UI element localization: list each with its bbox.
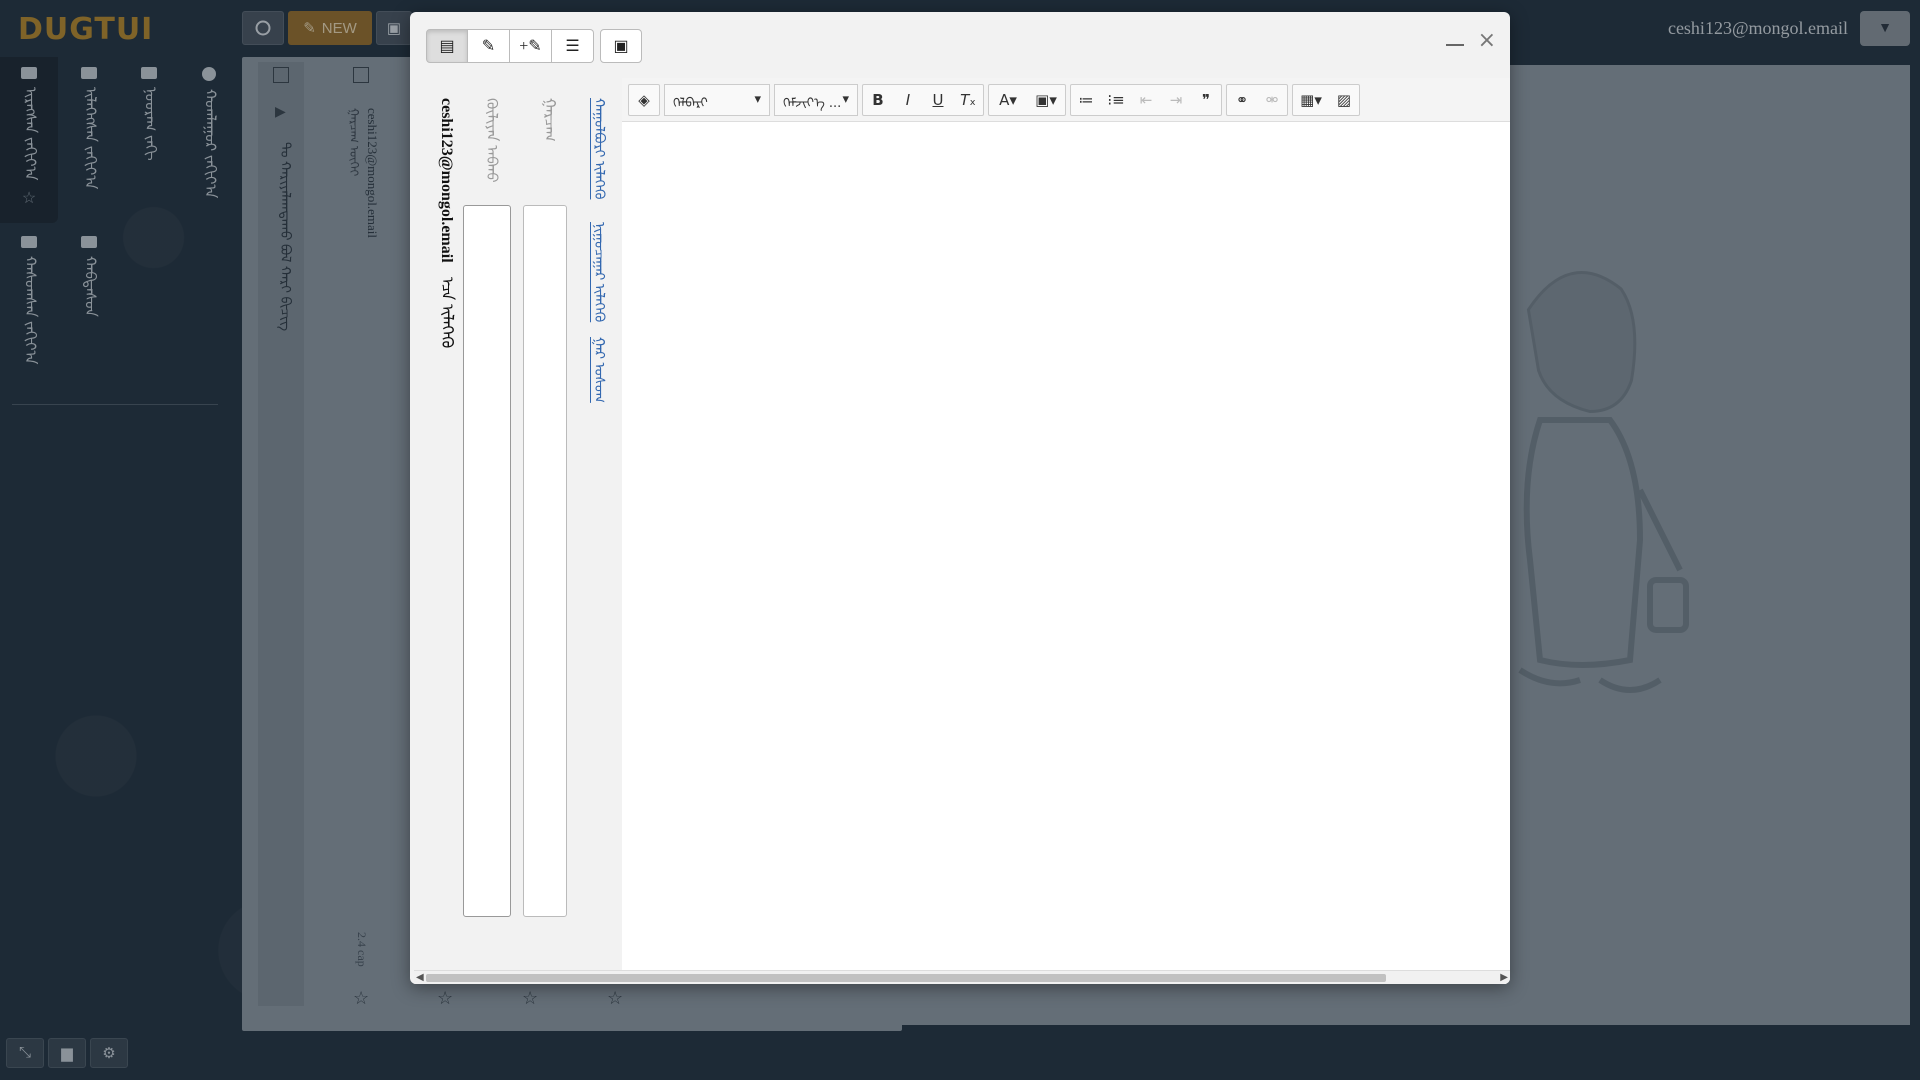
from-suffix: ᠡᠴᠡ ᠢᠯᠡᠭᠡᠬᠦ <box>438 276 455 348</box>
compose-dialog: ▤ ✎ +✎ ☰ ▣ × ceshi123@mongol.email ᠡᠴᠡ ᠢ… <box>410 12 1510 984</box>
close-button[interactable]: × <box>1478 28 1496 53</box>
cc-field[interactable] <box>523 205 567 917</box>
compose-toolbar: ▤ ✎ +✎ ☰ ▣ <box>426 29 642 63</box>
image-button[interactable]: ▨ <box>1329 85 1359 115</box>
numbered-list-button[interactable]: ≔ <box>1071 85 1101 115</box>
underline-icon: U <box>932 90 944 109</box>
hamburger-icon: ☰ <box>565 38 580 55</box>
table-icon: ▦▾ <box>1300 90 1322 109</box>
link-icon: ⚭ <box>1235 90 1249 109</box>
text-color-icon: A▾ <box>999 90 1017 109</box>
contacts-picker-button[interactable]: ▣ <box>600 29 642 63</box>
clear-format-icon: Tₓ <box>960 90 976 109</box>
paperclip-icon: ✎ <box>481 38 496 55</box>
table-button[interactable]: ▦▾ <box>1293 85 1329 115</box>
unlink-icon: ⚮ <box>1265 90 1279 109</box>
horizontal-scrollbar[interactable]: ◀ ▶ <box>414 970 1510 984</box>
quote-icon: ❞ <box>1201 90 1211 109</box>
to-field[interactable] <box>463 205 511 917</box>
unlink-button[interactable]: ⚮ <box>1257 85 1287 115</box>
contact-card-icon: ▣ <box>613 38 629 55</box>
outdent-button[interactable]: ⇤ <box>1131 85 1161 115</box>
add-attachment-button[interactable]: +✎ <box>510 29 552 63</box>
message-body[interactable] <box>622 122 1510 970</box>
underline-button[interactable]: U <box>923 85 953 115</box>
source-icon: ◈ <box>638 90 650 109</box>
scroll-left-icon[interactable]: ◀ <box>416 972 424 983</box>
to-label: ᠬᠦᠯᠢᠶᠡᠨ ᠠᠪᠬᠤ <box>483 98 499 183</box>
numbered-list-icon: ≔ <box>1078 90 1094 109</box>
bold-button[interactable]: B <box>863 85 893 115</box>
message-editor: ◈ ᠬᠡᠯᠪᠡᠷᠢ ▾ ᠬᠡᠮᠵᠢᠶ᠎ᠡ ... ▾ B I U Tₓ A▾ ▣… <box>622 78 1510 984</box>
font-family-select[interactable]: ᠬᠡᠯᠪᠡᠷᠢ ▾ <box>664 83 770 116</box>
outdent-icon: ⇤ <box>1139 90 1153 109</box>
source-button[interactable]: ◈ <box>629 85 659 115</box>
link-button[interactable]: ⚭ <box>1227 85 1257 115</box>
bulleted-list-button[interactable]: ⁝≡ <box>1101 85 1131 115</box>
cc-label: ᠭᠠᠷᠴᠠᠭ <box>541 98 557 142</box>
chevron-down-icon: ▾ <box>842 92 849 107</box>
scroll-right-icon[interactable]: ▶ <box>1500 972 1508 983</box>
font-size-value: ᠬᠡᠮᠵᠢᠶ᠎ᠡ ... <box>783 96 842 111</box>
clear-format-button[interactable]: Tₓ <box>953 85 983 115</box>
blockquote-button[interactable]: ❞ <box>1191 85 1221 115</box>
scrollbar-thumb[interactable] <box>426 974 1386 982</box>
indent-button[interactable]: ⇥ <box>1161 85 1191 115</box>
italic-button[interactable]: I <box>893 85 923 115</box>
document-icon: ▤ <box>439 38 455 55</box>
background-color-button[interactable]: ▣▾ <box>1027 85 1065 115</box>
from-address: ceshi123@mongol.email <box>438 98 455 263</box>
add-bcc-link[interactable]: ᠨᠢᠭᠤᠴᠠᠭᠠᠷ ᠢᠯᠡᠭᠡᠬᠦ <box>586 222 610 322</box>
font-family-value: ᠬᠡᠯᠪᠡᠷᠢ <box>673 96 708 111</box>
bold-icon: B <box>872 90 884 109</box>
compose-text-button[interactable]: ▤ <box>426 29 468 63</box>
indent-icon: ⇥ <box>1169 90 1183 109</box>
minimize-button[interactable] <box>1446 44 1464 46</box>
attach-button[interactable]: ✎ <box>468 29 510 63</box>
chevron-down-icon: ▾ <box>754 92 761 107</box>
text-color-button[interactable]: A▾ <box>989 85 1027 115</box>
italic-icon: I <box>905 90 911 109</box>
close-icon: × <box>1477 28 1496 53</box>
bulleted-list-icon: ⁝≡ <box>1107 90 1125 109</box>
signature-link[interactable]: ᠭᠠᠷ ᠤᠰᠤᠭ <box>586 337 610 403</box>
editor-toolbar: ◈ ᠬᠡᠯᠪᠡᠷᠢ ▾ ᠬᠡᠮᠵᠢᠶ᠎ᠡ ... ▾ B I U Tₓ A▾ ▣… <box>622 78 1510 122</box>
add-paperclip-icon: +✎ <box>519 38 542 55</box>
menu-button[interactable]: ☰ <box>552 29 594 63</box>
from-field[interactable]: ceshi123@mongol.email ᠡᠴᠡ ᠢᠯᠡᠭᠡᠬᠦ <box>432 98 460 348</box>
image-icon: ▨ <box>1336 90 1352 109</box>
add-cc-link[interactable]: ᠬᠠᠭᠤᠯᠪᠤᠷᠢ ᠢᠯᠡᠭᠡᠬᠦ <box>586 98 610 199</box>
font-size-select[interactable]: ᠬᠡᠮᠵᠢᠶ᠎ᠡ ... ▾ <box>774 83 858 116</box>
background-color-icon: ▣▾ <box>1035 90 1057 109</box>
